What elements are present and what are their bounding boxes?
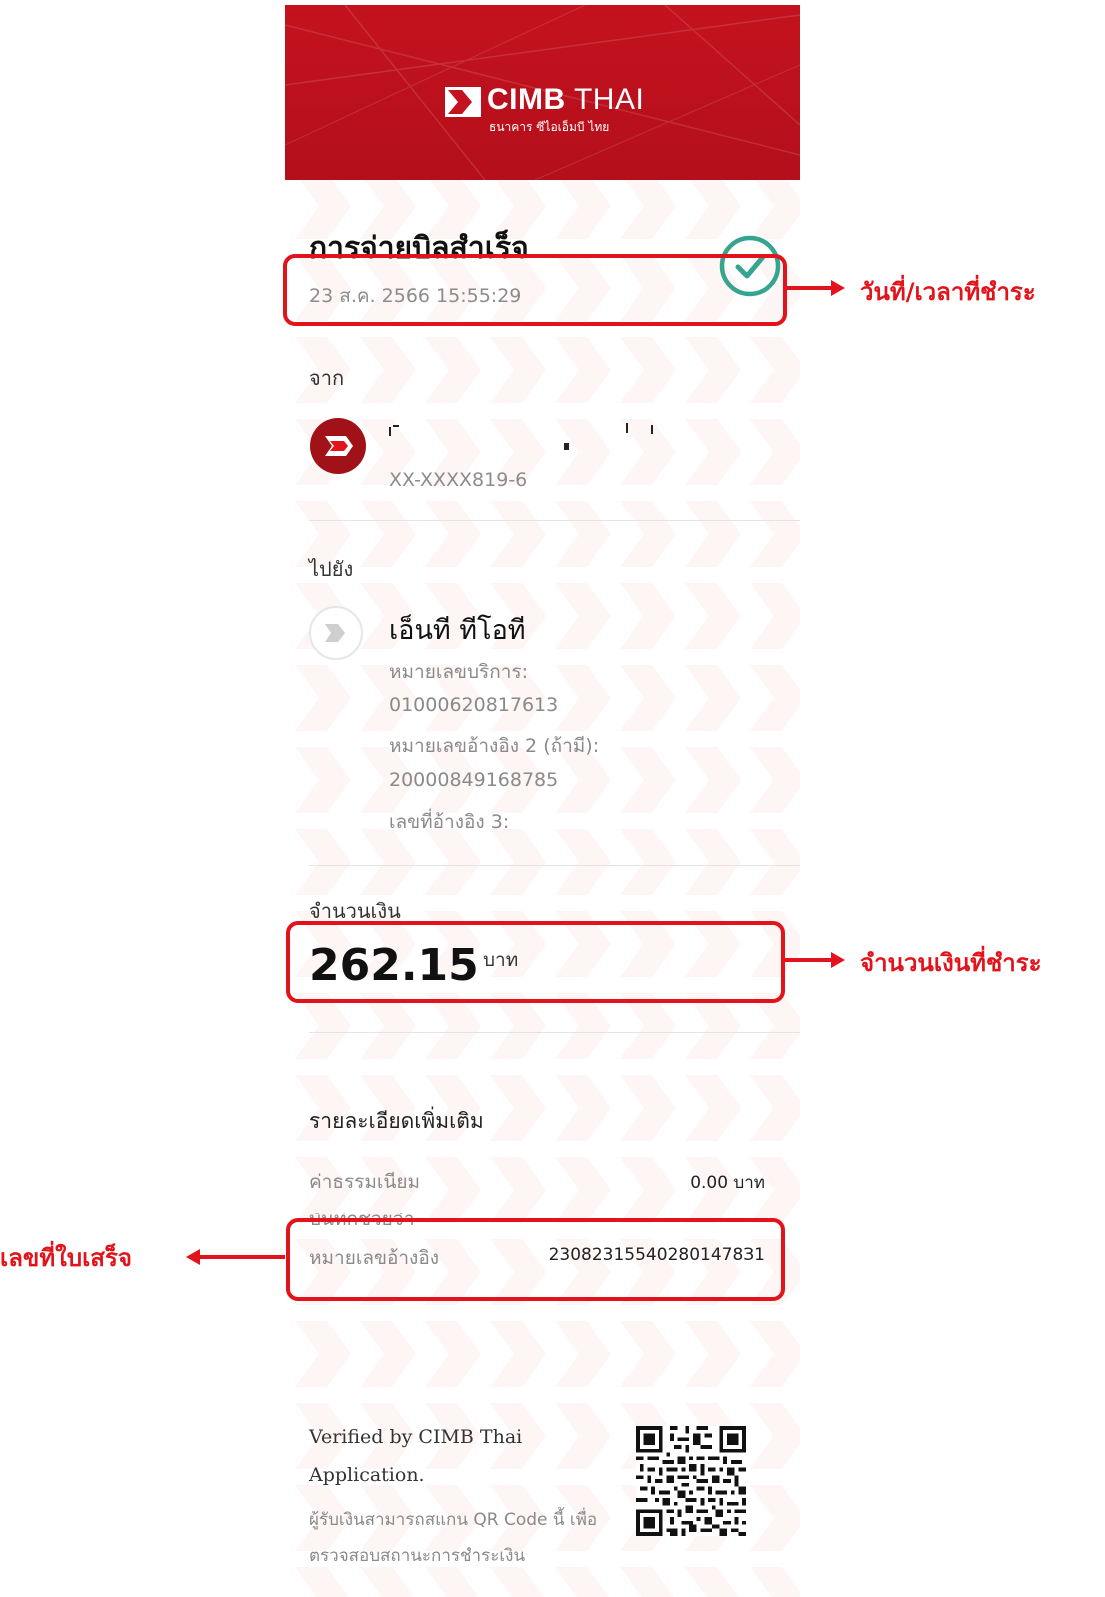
reference2-label: หมายเลขอ้างอิง 2 (ถ้ามี): xyxy=(389,735,600,757)
verify-instructions: ผู้รับเงินสามารถสแกน QR Code นี้ เพื่อตร… xyxy=(309,1510,598,1566)
reference2-number: 20000849168785 xyxy=(389,769,559,791)
verified-text: Verified by CIMB Thai Application. xyxy=(309,1426,523,1486)
qr-code[interactable] xyxy=(636,1426,746,1536)
divider xyxy=(309,865,800,866)
brand-thai-name: ธนาคาร ซีไอเอ็มบี ไทย xyxy=(489,120,610,134)
arrow-amount xyxy=(783,958,833,962)
biller-icon xyxy=(309,606,363,660)
divider xyxy=(309,520,800,521)
arrow-reference xyxy=(198,1255,285,1259)
receipt-panel: CIMB THAI ธนาคาร ซีไอเอ็มบี ไทย การจ่ายบ… xyxy=(285,5,800,1597)
highlight-datetime xyxy=(283,254,787,326)
divider xyxy=(309,1032,800,1033)
cimb-chevron-icon xyxy=(445,87,481,117)
receipt-card xyxy=(285,167,800,1597)
bank-header: CIMB THAI ธนาคาร ซีไอเอ็มบี ไทย xyxy=(285,5,800,180)
details-heading: รายละเอียดเพิ่มเติม xyxy=(309,1109,484,1133)
cimb-account-icon xyxy=(310,418,366,474)
datetime-callout: วันที่/เวลาที่ชำระ xyxy=(860,278,1036,306)
fee-value: 0.00 บาท xyxy=(690,1173,765,1193)
reference-callout: เลขที่ใบเสร็จ xyxy=(0,1244,132,1272)
to-label: ไปยัง xyxy=(309,557,354,581)
account-name-redacted xyxy=(389,423,654,451)
reference3-label: เลขที่อ้างอิง 3: xyxy=(389,811,510,833)
biller-name: เอ็นที ทีโอที xyxy=(389,615,526,646)
arrow-head-right xyxy=(831,280,845,296)
service-number-label: หมายเลขบริการ: xyxy=(389,661,529,683)
fee-label: ค่าธรรมเนียม xyxy=(309,1171,421,1193)
amount-callout: จำนวนเงินที่ชำระ xyxy=(860,949,1042,977)
arrow-head-right xyxy=(831,952,845,968)
from-account-number: XX-XXXX819-6 xyxy=(389,469,528,491)
from-label: จาก xyxy=(309,366,345,390)
brand-name: CIMB THAI xyxy=(487,83,645,116)
service-number: 01000620817613 xyxy=(389,694,559,716)
arrow-datetime xyxy=(783,286,833,290)
highlight-reference xyxy=(286,1218,785,1301)
highlight-amount xyxy=(286,921,785,1003)
